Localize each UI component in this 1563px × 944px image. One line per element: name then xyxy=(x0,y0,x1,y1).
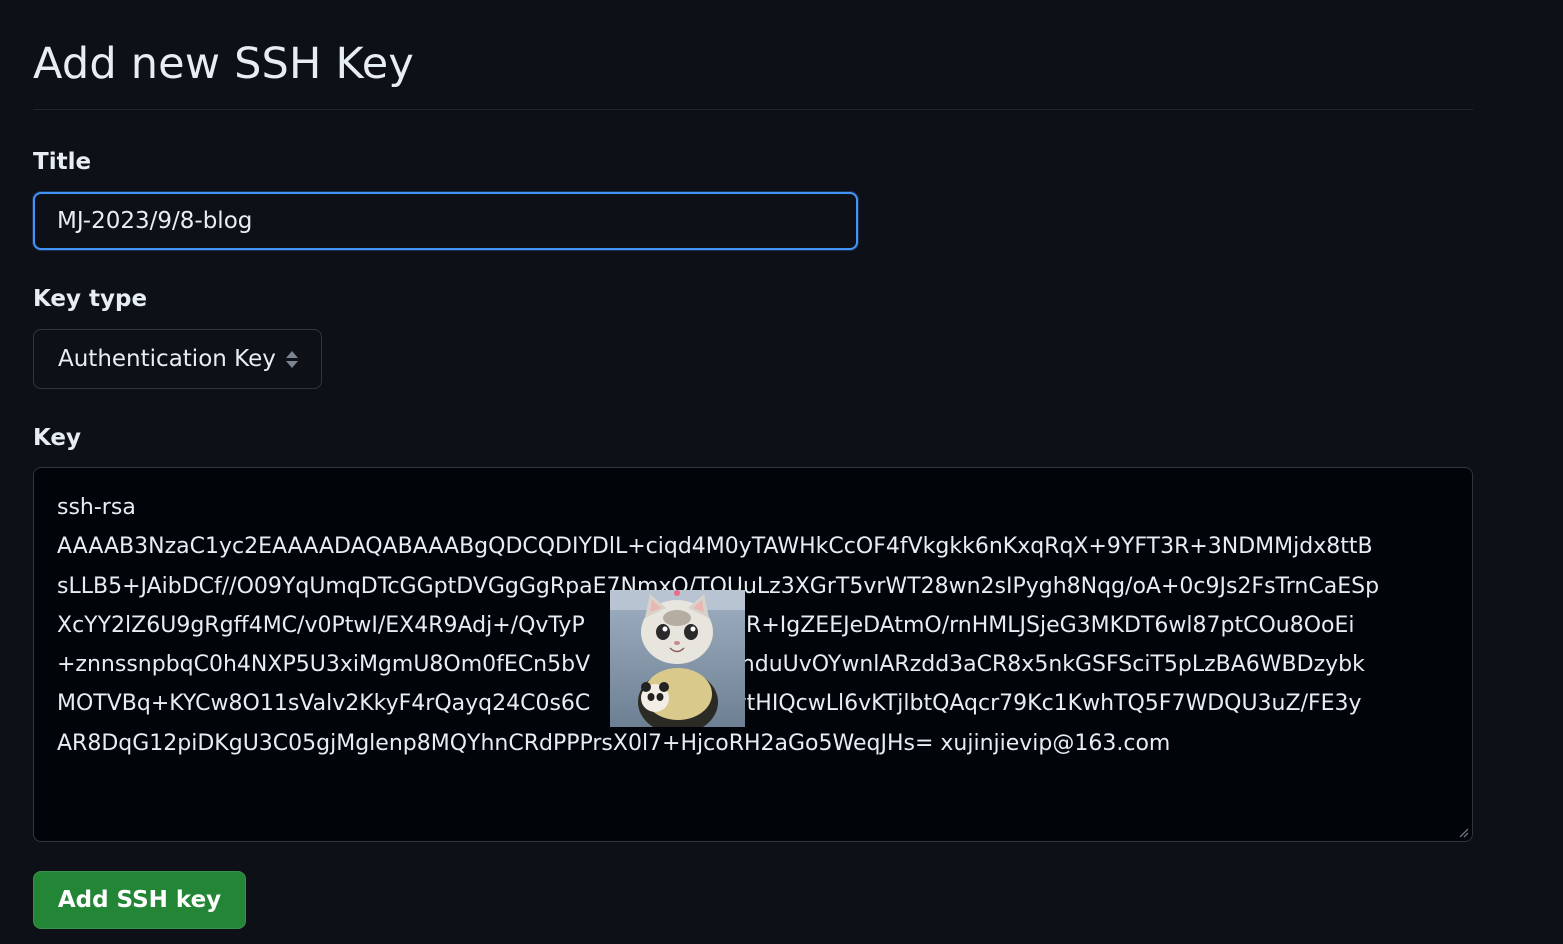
title-label: Title xyxy=(33,149,92,175)
add-ssh-key-page: Add new SSH Key Title Key type Authentic… xyxy=(0,0,1563,944)
key-type-selected-value: Authentication Key xyxy=(58,346,276,372)
add-ssh-key-button[interactable]: Add SSH key xyxy=(33,871,246,929)
chevron-up-down-icon xyxy=(285,348,299,370)
key-textarea[interactable]: ssh-rsa AAAAB3NzaC1yc2EAAAADAQABAAABgQDC… xyxy=(33,467,1473,842)
key-type-select[interactable]: Authentication Key xyxy=(33,329,322,389)
title-divider xyxy=(33,109,1473,110)
key-textarea-content: ssh-rsa AAAAB3NzaC1yc2EAAAADAQABAAABgQDC… xyxy=(57,495,1380,756)
cat-sticker-image xyxy=(610,590,745,727)
key-label: Key xyxy=(33,425,82,451)
title-input[interactable] xyxy=(33,192,858,250)
key-type-label: Key type xyxy=(33,286,148,312)
resize-grip-icon[interactable] xyxy=(1457,826,1469,838)
page-title: Add new SSH Key xyxy=(33,39,415,89)
